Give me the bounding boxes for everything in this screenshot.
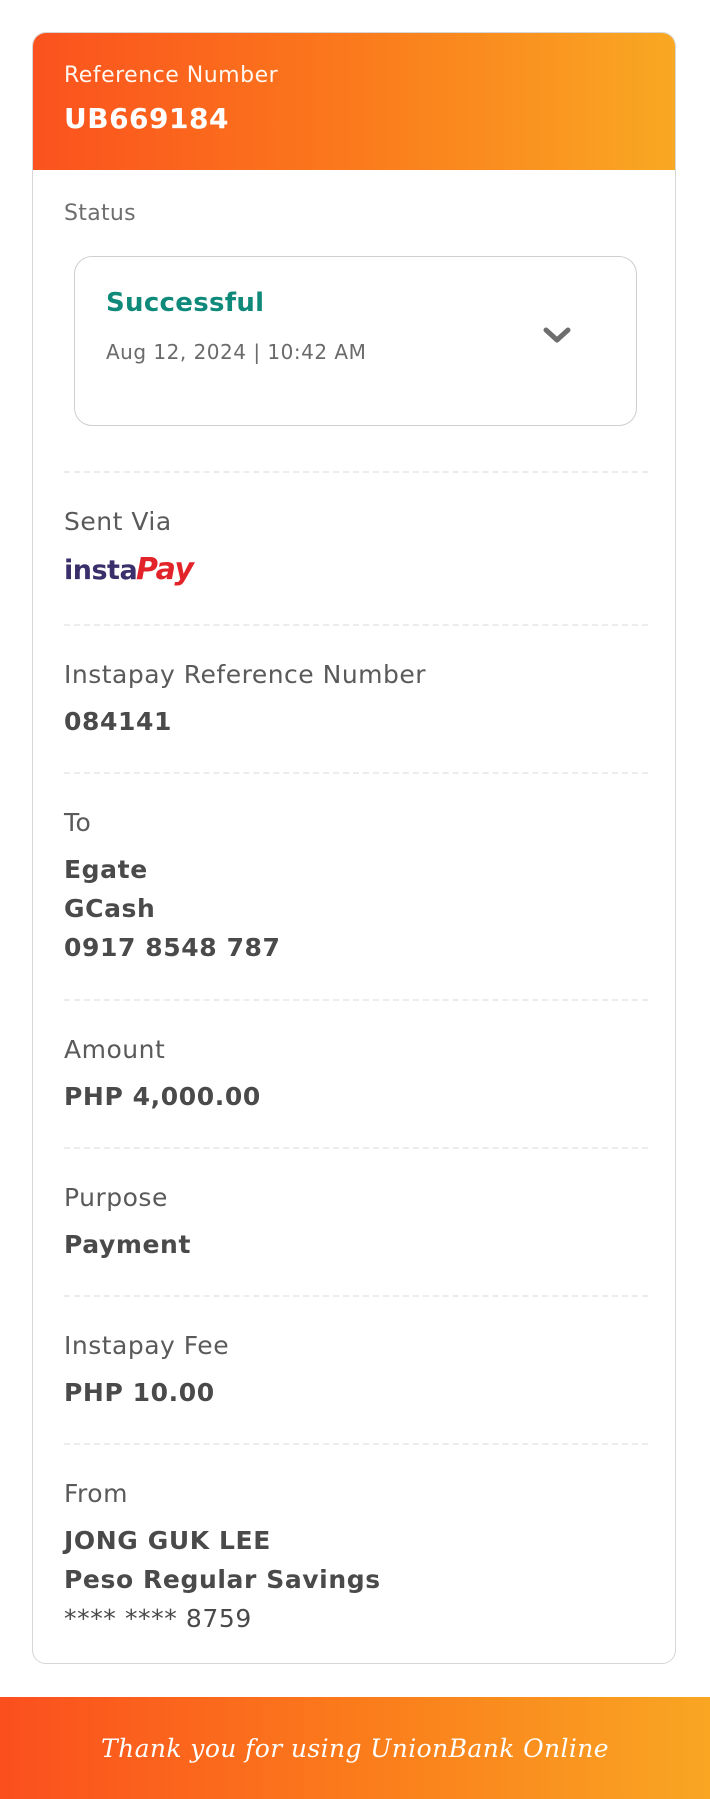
divider (64, 1295, 648, 1297)
to-recipient-account: 0917 8548 787 (64, 933, 281, 962)
amount-label: Amount (64, 1035, 166, 1064)
receipt-header: Reference Number UB669184 (33, 33, 675, 170)
purpose-label: Purpose (64, 1183, 168, 1212)
divider (64, 624, 648, 626)
divider (64, 471, 648, 473)
status-dropdown[interactable]: Successful Aug 12, 2024 | 10:42 AM (74, 256, 637, 426)
amount-value: PHP 4,000.00 (64, 1082, 261, 1111)
reference-number-label: Reference Number (64, 63, 279, 88)
status-label: Status (64, 201, 136, 226)
sent-via-label: Sent Via (64, 507, 172, 536)
from-sender-name: JONG GUK LEE (64, 1526, 271, 1555)
instapay-fee-value: PHP 10.00 (64, 1378, 215, 1407)
from-account-number: **** **** 8759 (64, 1604, 252, 1633)
divider (64, 772, 648, 774)
divider (64, 1147, 648, 1149)
to-recipient-bank: GCash (64, 894, 156, 923)
instapay-logo-text-right: Pay (136, 552, 195, 587)
from-label: From (64, 1479, 128, 1508)
divider (64, 1443, 648, 1445)
divider (64, 999, 648, 1001)
instapay-logo: insta Pay (64, 552, 196, 587)
receipt-card: Reference Number UB669184 Status Success… (32, 32, 676, 1664)
instapay-fee-label: Instapay Fee (64, 1331, 230, 1360)
instapay-logo-text-left: insta (64, 555, 137, 586)
footer-thank-you-text: Thank you for using UnionBank Online (101, 1733, 609, 1763)
from-account-type: Peso Regular Savings (64, 1565, 381, 1594)
instapay-reference-value: 084141 (64, 707, 172, 736)
to-label: To (64, 808, 92, 837)
status-value: Successful (106, 288, 265, 318)
reference-number-value: UB669184 (64, 102, 229, 135)
to-recipient-name: Egate (64, 855, 148, 884)
chevron-down-icon[interactable] (540, 319, 574, 353)
footer-banner: Thank you for using UnionBank Online (0, 1697, 710, 1799)
status-datetime: Aug 12, 2024 | 10:42 AM (106, 340, 367, 364)
purpose-value: Payment (64, 1230, 192, 1259)
instapay-reference-label: Instapay Reference Number (64, 660, 427, 689)
